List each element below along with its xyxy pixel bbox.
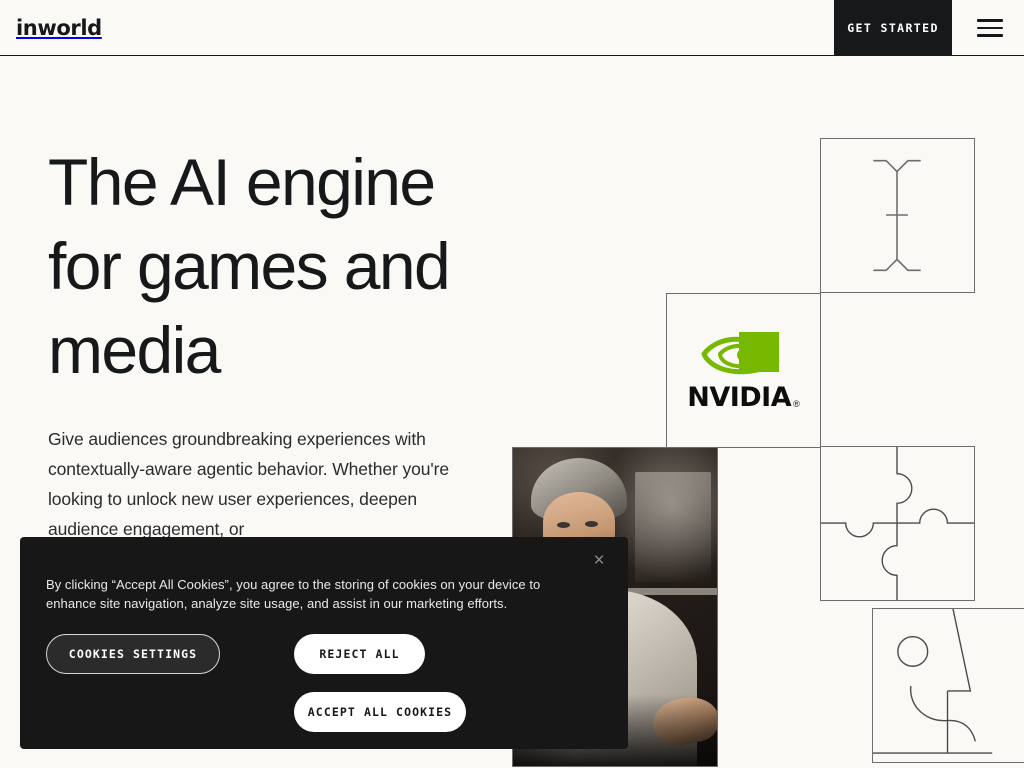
nvidia-eye-mark-icon: [700, 332, 780, 375]
reject-all-button[interactable]: REJECT ALL: [294, 634, 425, 674]
page-root: inworld GET STARTED The AI engine for ga…: [0, 0, 1024, 768]
accept-all-cookies-button[interactable]: ACCEPT ALL COOKIES: [294, 692, 466, 732]
jigsaw-puzzle-icon: [821, 447, 974, 600]
menu-bar-bottom: [977, 34, 1003, 37]
cookie-consent-banner: × By clicking “Accept All Cookies”, you …: [20, 537, 628, 749]
nvidia-logo: NVIDIA ®: [667, 294, 820, 447]
photo-figure-eye-right: [585, 521, 598, 527]
menu-bar-middle: [977, 26, 1003, 30]
nvidia-registered-mark: ®: [793, 398, 800, 409]
hero-subtitle: Give audiences groundbreaking experience…: [48, 429, 449, 539]
site-header: inworld GET STARTED: [0, 0, 1024, 56]
text-cursor-ibeam-tile: [820, 138, 975, 293]
page-title: The AI engine for games and media: [48, 145, 451, 387]
photo-background-panel: [635, 472, 711, 582]
logo-wordmark: inworld: [16, 15, 102, 40]
puzzle-pieces-tile: [820, 446, 975, 601]
hero-copy: The AI engine for games and media Give a…: [48, 140, 478, 544]
i-beam-cursor-icon: [821, 139, 974, 292]
menu-bar-top: [977, 19, 1003, 22]
cookie-consent-message: By clicking “Accept All Cookies”, you ag…: [46, 577, 541, 611]
face-profile-tile: [872, 608, 1024, 763]
cookies-settings-button[interactable]: COOKIES SETTINGS: [46, 634, 220, 674]
get-started-button[interactable]: GET STARTED: [834, 0, 952, 55]
nvidia-wordmark-text: NVIDIA: [687, 382, 792, 413]
nvidia-wordmark: NVIDIA ®: [687, 384, 800, 411]
photo-figure-eye-left: [557, 522, 570, 528]
hamburger-menu-icon[interactable]: [968, 14, 1012, 42]
close-icon[interactable]: ×: [584, 545, 614, 575]
inworld-logo[interactable]: inworld: [16, 14, 102, 42]
nvidia-logo-tile: NVIDIA ®: [666, 293, 821, 448]
face-profile-icon: [873, 609, 1024, 762]
